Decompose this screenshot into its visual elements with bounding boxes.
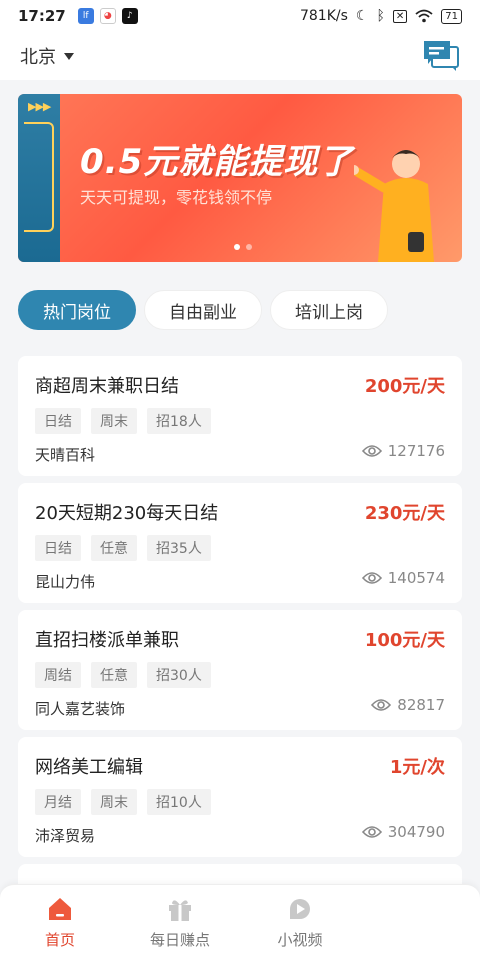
- job-tag: 任意: [91, 662, 137, 688]
- banner-subtitle: 天天可提现，零花钱领不停: [80, 188, 273, 207]
- bluetooth-icon: ᛒ: [376, 8, 385, 24]
- tab-freelance[interactable]: 自由副业: [144, 290, 262, 330]
- job-view-count: 140574: [387, 569, 445, 587]
- city-selector[interactable]: 北京: [20, 43, 74, 69]
- home-icon: [49, 898, 71, 920]
- job-pay: 100元/天: [364, 630, 445, 651]
- banner-title: 0.5元就能提现了: [80, 142, 354, 182]
- nav-daily-earn[interactable]: 每日赚点: [120, 885, 240, 960]
- banner-pagination: [234, 244, 252, 250]
- arrows-icon: ▶▶▶: [28, 100, 51, 113]
- bottom-nav: 首页 每日赚点 小视频: [0, 884, 480, 960]
- job-card[interactable]: 20天短期230每天日结 230元/天 日结 任意 招35人 昆山力伟 1405…: [18, 483, 462, 603]
- gift-icon: [169, 900, 191, 921]
- job-tag: 日结: [35, 535, 81, 561]
- job-card[interactable]: 网络美工编辑 1元/次 月结 周末 招10人 沛泽贸易 304790: [18, 737, 462, 857]
- nav-mine[interactable]: [360, 885, 480, 960]
- city-label: 北京: [20, 47, 56, 68]
- header: 北京: [0, 32, 480, 80]
- job-tags: 日结 任意 招35人: [35, 535, 445, 561]
- network-speed: 781K/s: [299, 8, 348, 24]
- moon-icon: ☾: [355, 8, 369, 24]
- job-tag: 招30人: [147, 662, 211, 688]
- job-pay: 1元/次: [389, 757, 445, 778]
- no-sim-icon: ✕: [392, 9, 408, 23]
- banner-dot[interactable]: [234, 244, 240, 250]
- job-card[interactable]: 商超周末兼职日结 200元/天 日结 周末 招18人 天晴百科 127176: [18, 356, 462, 476]
- job-views: 82817: [371, 696, 445, 714]
- job-tags: 日结 周末 招18人: [35, 408, 445, 434]
- video-icon: [290, 899, 310, 919]
- person-illustration: [354, 150, 434, 262]
- eye-icon: [361, 572, 382, 584]
- job-tag: 招10人: [147, 789, 211, 815]
- nav-home-label: 首页: [44, 931, 75, 949]
- job-tags: 月结 周末 招10人: [35, 789, 445, 815]
- eye-icon: [371, 699, 392, 711]
- job-tag: 招18人: [147, 408, 211, 434]
- notification-app-icon: ◕: [99, 8, 116, 24]
- job-tag: 任意: [91, 535, 137, 561]
- status-right: 781K/s ☾ ᛒ ✕ 71: [300, 8, 462, 24]
- battery-icon: 71: [441, 8, 462, 24]
- job-tag: 招35人: [147, 535, 211, 561]
- tiktok-icon: ♪: [121, 8, 138, 24]
- nav-home[interactable]: 首页: [0, 885, 120, 960]
- banner-frame: [24, 122, 54, 232]
- job-pay: 230元/天: [364, 503, 445, 524]
- banner-dot[interactable]: [246, 244, 252, 250]
- job-title: 网络美工编辑: [35, 757, 143, 778]
- job-tag: 周末: [91, 408, 137, 434]
- nav-daily-earn-label: 每日赚点: [149, 931, 210, 949]
- notification-app-icon: lf: [77, 8, 94, 24]
- job-views: 127176: [361, 442, 445, 460]
- tab-training[interactable]: 培训上岗: [270, 290, 388, 330]
- job-tags: 周结 任意 招30人: [35, 662, 445, 688]
- job-views: 140574: [361, 569, 445, 587]
- status-time: 17:27: [18, 7, 66, 25]
- nav-short-video[interactable]: 小视频: [240, 885, 360, 960]
- job-tag: 周结: [35, 662, 81, 688]
- job-view-count: 304790: [387, 823, 445, 841]
- banner-prev-slide: ▶▶▶: [18, 94, 60, 262]
- job-views: 304790: [361, 823, 445, 841]
- status-bar: 17:27 lf ◕ ♪ 781K/s ☾ ᛒ ✕ 71: [0, 0, 480, 32]
- category-tabs: 热门岗位 自由副业 培训上岗: [18, 290, 388, 330]
- status-app-icons: lf ◕ ♪: [77, 8, 138, 24]
- job-view-count: 127176: [387, 442, 445, 460]
- job-pay: 200元/天: [364, 376, 445, 397]
- tab-hot-jobs[interactable]: 热门岗位: [18, 290, 136, 330]
- job-tag: 月结: [35, 789, 81, 815]
- chat-icon: [424, 41, 459, 71]
- eye-icon: [361, 445, 382, 457]
- wifi-icon: [415, 9, 433, 23]
- job-view-count: 82817: [397, 696, 445, 714]
- eye-icon: [361, 826, 382, 838]
- job-card[interactable]: 直招扫楼派单兼职 100元/天 周结 任意 招30人 同人嘉艺装饰 82817: [18, 610, 462, 730]
- job-tag: 周末: [91, 789, 137, 815]
- message-button[interactable]: [422, 39, 460, 73]
- promo-banner[interactable]: ▶▶▶ 0.5元就能提现了 天天可提现，零花钱领不停: [18, 94, 462, 262]
- nav-short-video-label: 小视频: [277, 931, 323, 949]
- caret-down-icon: [64, 52, 74, 60]
- job-tag: 日结: [35, 408, 81, 434]
- job-list: 商超周末兼职日结 200元/天 日结 周末 招18人 天晴百科 127176 2…: [18, 356, 462, 911]
